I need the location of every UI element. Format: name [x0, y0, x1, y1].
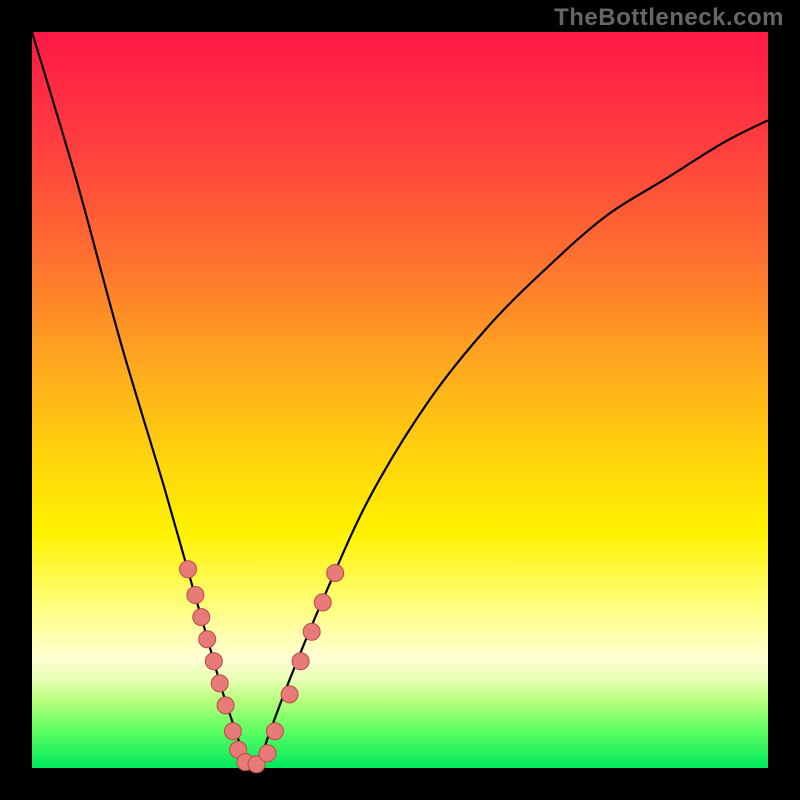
data-marker: [303, 623, 320, 640]
data-marker: [327, 565, 344, 582]
data-marker: [224, 723, 241, 740]
marker-layer: [180, 561, 344, 773]
watermark-label: TheBottleneck.com: [554, 4, 784, 32]
valley-curve-svg: [32, 32, 768, 768]
valley-curve-path: [32, 32, 768, 768]
data-marker: [193, 609, 210, 626]
data-marker: [199, 631, 216, 648]
data-marker: [187, 587, 204, 604]
data-marker: [211, 675, 228, 692]
data-marker: [314, 594, 331, 611]
data-marker: [205, 653, 222, 670]
chart-frame: TheBottleneck.com: [0, 0, 800, 800]
data-marker: [266, 723, 283, 740]
plot-area: [32, 32, 768, 768]
data-marker: [281, 686, 298, 703]
data-marker: [180, 561, 197, 578]
data-marker: [217, 697, 234, 714]
data-marker: [292, 653, 309, 670]
data-marker: [259, 745, 276, 762]
